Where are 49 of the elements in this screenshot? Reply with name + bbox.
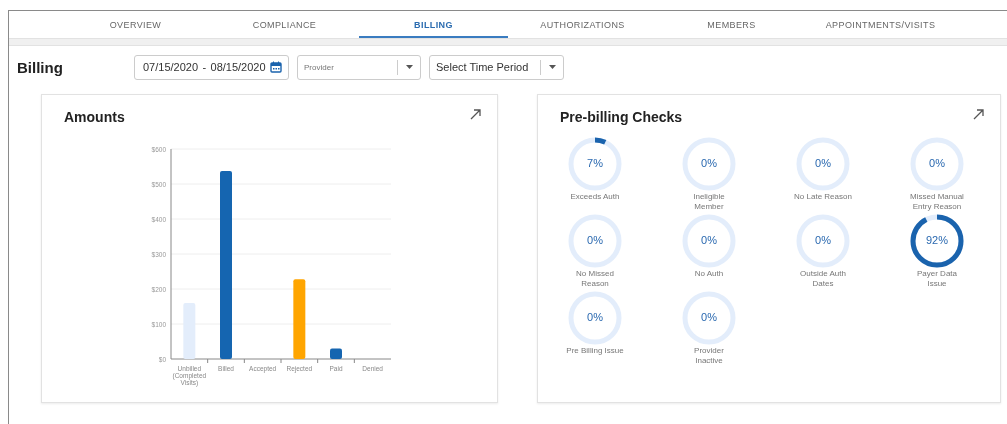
provider-select[interactable]: Provider <box>297 54 421 80</box>
nav-tab[interactable]: MEMBERS <box>657 11 806 38</box>
time-period-select[interactable]: Select Time Period <box>429 54 564 80</box>
nav-tab[interactable]: COMPLIANCE <box>210 11 359 38</box>
percent-value: 0% <box>815 157 831 170</box>
percent-value: 92% <box>926 234 948 247</box>
caret-icon <box>405 65 413 69</box>
check-label: Pre Billing Issue <box>565 346 625 356</box>
calendar-icon[interactable] <box>269 61 282 73</box>
donut-chart <box>910 214 964 268</box>
donut-chart <box>910 137 964 191</box>
check-label: No Late Reason <box>793 192 853 202</box>
check-label: Ineligible Member <box>692 192 726 212</box>
check-label: No Auth <box>693 269 725 279</box>
bar <box>330 348 342 359</box>
nav-tab[interactable]: AUTHORIZATIONS <box>508 11 657 38</box>
card-title: Amounts <box>64 109 125 125</box>
check-label: Exceeds Auth <box>569 192 621 202</box>
donut-chart <box>682 137 736 191</box>
expand-icon[interactable] <box>470 109 481 120</box>
percent-value: 0% <box>815 234 831 247</box>
check-label: Payer Data Issue <box>916 269 958 289</box>
check-label: No Missed Reason <box>575 269 615 289</box>
percent-value: 7% <box>587 157 603 170</box>
percent-value: 0% <box>929 157 945 170</box>
donut-chart <box>796 137 850 191</box>
nav-tab[interactable]: BILLING <box>359 11 508 38</box>
check-label: Outside Auth Dates <box>799 269 847 289</box>
donut-chart <box>682 214 736 268</box>
percent-value: 0% <box>587 234 603 247</box>
percent-value: 0% <box>701 311 717 324</box>
check-label: Missed Manual Entry Reason <box>909 192 965 212</box>
donut-chart <box>568 214 622 268</box>
donut-chart <box>568 137 622 191</box>
donut-chart <box>568 291 622 345</box>
donut-chart <box>682 291 736 345</box>
expand-icon[interactable] <box>973 109 984 120</box>
nav-tab[interactable]: OVERVIEW <box>61 11 210 38</box>
percent-value: 0% <box>587 311 603 324</box>
page-title: Billing <box>17 58 64 76</box>
donut-chart <box>796 214 850 268</box>
bar <box>183 303 196 359</box>
percent-value: 0% <box>701 157 717 170</box>
check-label: Provider Inactive <box>693 346 725 366</box>
card-title: Pre-billing Checks <box>560 109 683 125</box>
caret-icon <box>548 65 556 69</box>
date-range-field[interactable]: 07/15/2020 - 08/15/2020 <box>134 54 289 80</box>
percent-value: 0% <box>701 234 717 247</box>
nav-tab[interactable]: APPOINTMENTS/VISITS <box>806 11 955 38</box>
